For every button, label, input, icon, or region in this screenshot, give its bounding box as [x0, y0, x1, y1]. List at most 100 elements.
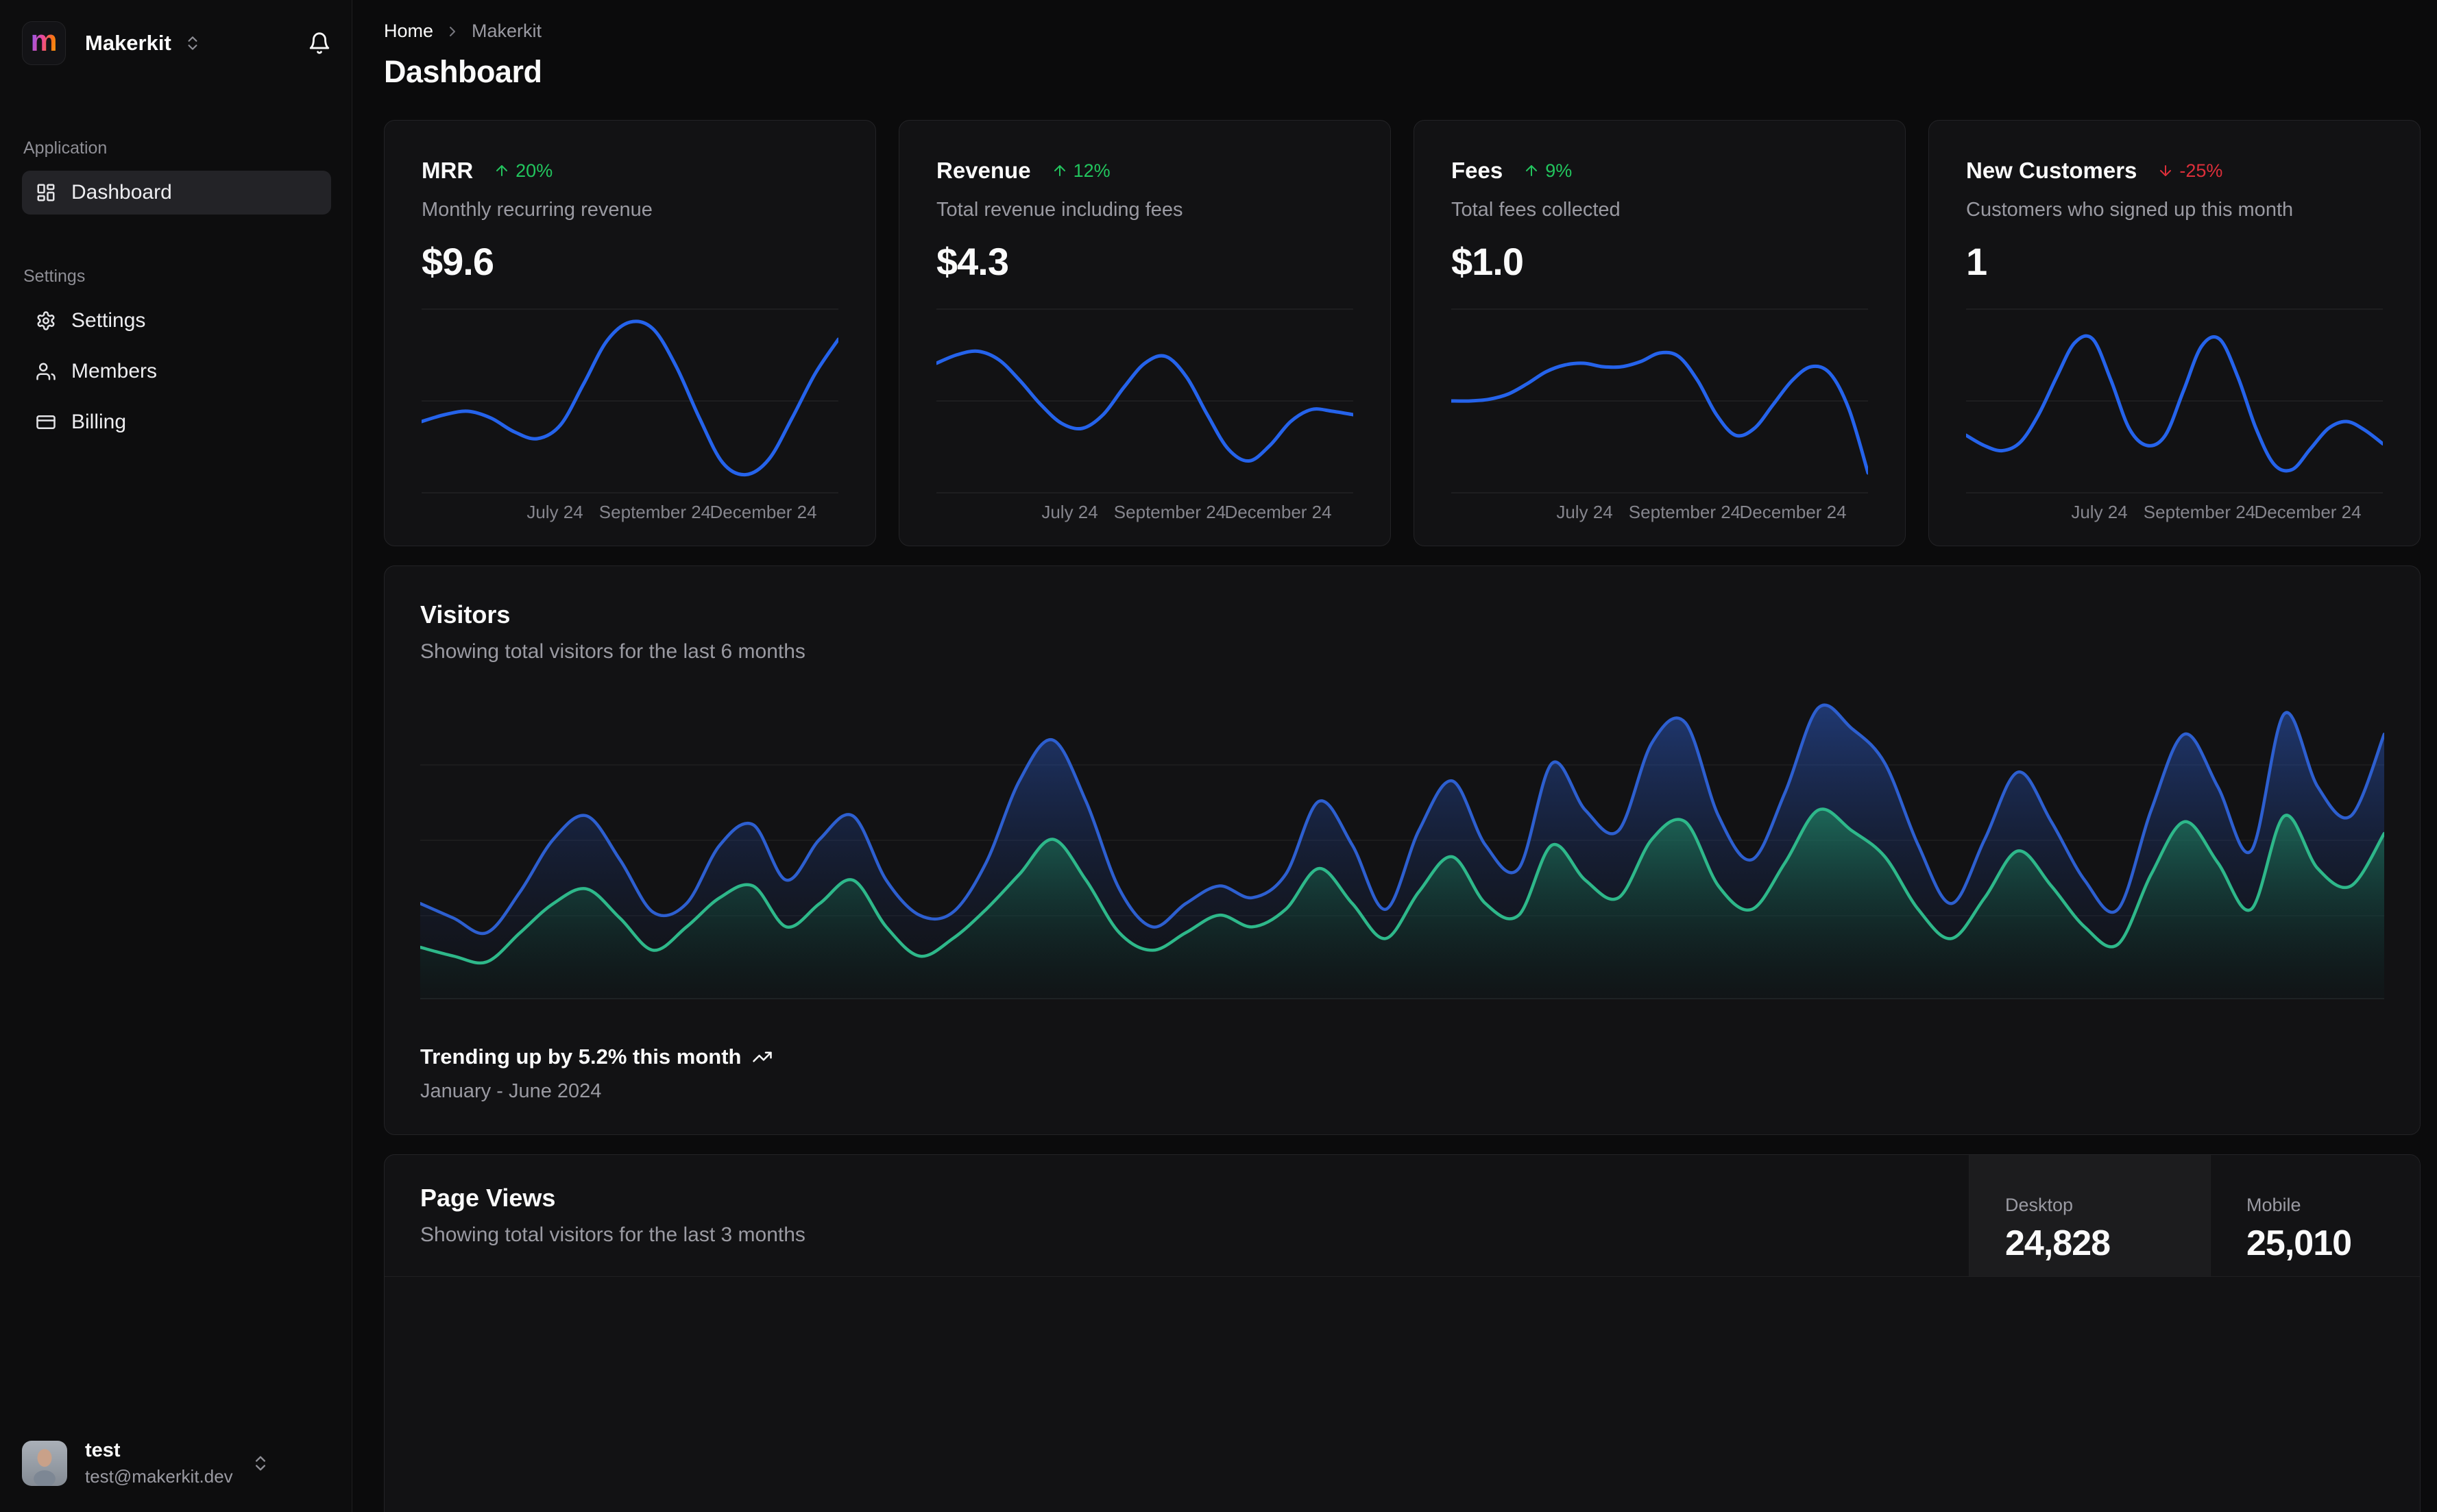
breadcrumb-home[interactable]: Home	[384, 21, 433, 42]
toggle-desktop-label: Desktop	[2005, 1195, 2074, 1215]
user-meta: test test@makerkit.dev	[85, 1439, 233, 1487]
stat-title: New Customers	[1966, 158, 2137, 183]
toggle-mobile-value: 25,010	[2246, 1223, 2352, 1263]
arrow-up-icon	[494, 162, 510, 179]
visitors-range-text: January - June 2024	[420, 1080, 602, 1102]
stat-title: Revenue	[936, 158, 1031, 183]
axis-tick: December 24	[1739, 502, 1847, 522]
sidebar-item-label: Billing	[71, 411, 127, 433]
page-views-bar-chart	[420, 1277, 2384, 1512]
trend-value: 9%	[1545, 160, 1573, 181]
axis-tick: December 24	[1224, 502, 1332, 522]
sidebar-item-billing[interactable]: Billing	[22, 400, 331, 444]
stat-value: $1.0	[1451, 240, 1524, 283]
axis-tick: July 24	[2071, 502, 2128, 522]
axis-tick: September 24	[1628, 502, 1741, 522]
trending-up-icon	[752, 1047, 773, 1067]
axis-tick: December 24	[2254, 502, 2362, 522]
stat-value: $9.6	[422, 240, 494, 283]
axis-tick: September 24	[1113, 502, 1226, 522]
sidebar-item-settings[interactable]: Settings	[22, 299, 331, 343]
toggle-mobile-label: Mobile	[2246, 1195, 2301, 1215]
visitors-trend-text: Trending up by 5.2% this month	[420, 1045, 742, 1069]
credit-card-icon	[36, 412, 56, 432]
chevron-right-icon	[444, 23, 461, 40]
brand-logo: m	[22, 21, 66, 65]
page-views-title: Page Views	[420, 1184, 556, 1212]
stat-desc: Total revenue including fees	[936, 199, 1183, 221]
visitors-title: Visitors	[420, 600, 511, 629]
trend-badge: -25%	[2157, 160, 2222, 182]
breadcrumb-current: Makerkit	[472, 21, 542, 41]
trend-badge: 20%	[494, 160, 553, 182]
trend-value: 12%	[1073, 160, 1111, 181]
sidebar-section-label: Settings	[23, 267, 86, 286]
new-customers-sparkline-chart: July 24 September 24 December 24	[1966, 308, 2383, 525]
stat-value: $4.3	[936, 240, 1009, 283]
app-root: m Makerkit Application Dashboard Setting…	[0, 0, 2437, 1512]
toggle-desktop[interactable]: Desktop 24,828	[1969, 1155, 2210, 1276]
stat-card-fees: Fees 9% Total fees collected $1.0 July 2…	[1414, 120, 1906, 546]
dashboard-grid-icon	[36, 182, 56, 203]
arrow-down-icon	[2157, 162, 2174, 179]
user-menu[interactable]: test test@makerkit.dev	[22, 1439, 331, 1487]
toggle-mobile[interactable]: Mobile 25,010	[2210, 1155, 2420, 1276]
gear-icon	[36, 310, 56, 331]
team-name: Makerkit	[85, 31, 171, 55]
toggle-desktop-value: 24,828	[2005, 1223, 2111, 1263]
axis-tick: December 24	[710, 502, 817, 522]
team-selector[interactable]: Makerkit	[85, 31, 202, 56]
sidebar-item-members[interactable]: Members	[22, 350, 331, 393]
visitors-area-chart	[420, 691, 2384, 999]
users-icon	[36, 361, 56, 382]
stat-desc: Customers who signed up this month	[1966, 199, 2294, 221]
page-title: Dashboard	[384, 54, 542, 89]
arrow-up-icon	[1052, 162, 1068, 179]
breadcrumb: Home Makerkit	[384, 21, 2421, 42]
axis-tick: July 24	[1041, 502, 1098, 522]
axis-tick: September 24	[2143, 502, 2256, 522]
stat-card-mrr: MRR 20% Monthly recurring revenue $9.6 J…	[384, 120, 876, 546]
stat-value: 1	[1966, 240, 1987, 283]
stat-card-new-customers: New Customers -25% Customers who signed …	[1928, 120, 2421, 546]
stat-title: MRR	[422, 158, 474, 183]
trend-badge: 9%	[1523, 160, 1572, 182]
stat-cards-row: MRR 20% Monthly recurring revenue $9.6 J…	[384, 120, 2421, 546]
bell-icon	[308, 32, 331, 55]
mrr-sparkline-chart: July 24 September 24 December 24	[422, 308, 838, 525]
user-avatar	[22, 1441, 67, 1486]
sidebar-header: m Makerkit	[22, 21, 331, 66]
sidebar: m Makerkit Application Dashboard Setting…	[0, 0, 352, 1512]
axis-tick: September 24	[598, 502, 712, 522]
chevrons-up-down-icon	[184, 34, 202, 52]
trend-value: -25%	[2179, 160, 2223, 181]
sidebar-item-label: Dashboard	[71, 181, 172, 204]
chevrons-up-down-icon	[251, 1454, 270, 1473]
axis-tick: July 24	[1556, 502, 1613, 522]
user-email: test@makerkit.dev	[85, 1466, 233, 1487]
arrow-up-icon	[1523, 162, 1540, 179]
sidebar-section-settings: Settings Settings Members Billing	[22, 267, 331, 444]
visitors-card: Visitors Showing total visitors for the …	[384, 565, 2421, 1135]
trend-value: 20%	[516, 160, 553, 181]
sidebar-item-dashboard[interactable]: Dashboard	[22, 171, 331, 215]
page-views-card: Page Views Showing total visitors for th…	[384, 1154, 2421, 1512]
trend-badge: 12%	[1052, 160, 1111, 182]
main-content: Home Makerkit Dashboard MRR 20% Monthly …	[352, 0, 2437, 1512]
notifications-button[interactable]	[308, 32, 331, 55]
stat-card-revenue: Revenue 12% Total revenue including fees…	[899, 120, 1391, 546]
stat-desc: Monthly recurring revenue	[422, 199, 653, 221]
brand-logo-letter: m	[30, 24, 58, 58]
fees-sparkline-chart: July 24 September 24 December 24	[1451, 308, 1868, 525]
user-name: test	[85, 1439, 121, 1461]
visitors-subtitle: Showing total visitors for the last 6 mo…	[420, 640, 805, 663]
sidebar-section-application: Application Dashboard	[22, 138, 331, 215]
sidebar-section-label: Application	[23, 138, 108, 158]
stat-title: Fees	[1451, 158, 1503, 183]
sidebar-item-label: Settings	[71, 309, 146, 332]
stat-desc: Total fees collected	[1451, 199, 1621, 221]
page-views-subtitle: Showing total visitors for the last 3 mo…	[420, 1223, 805, 1246]
revenue-sparkline-chart: July 24 September 24 December 24	[936, 308, 1353, 525]
axis-tick: July 24	[526, 502, 583, 522]
sidebar-item-label: Members	[71, 360, 158, 382]
